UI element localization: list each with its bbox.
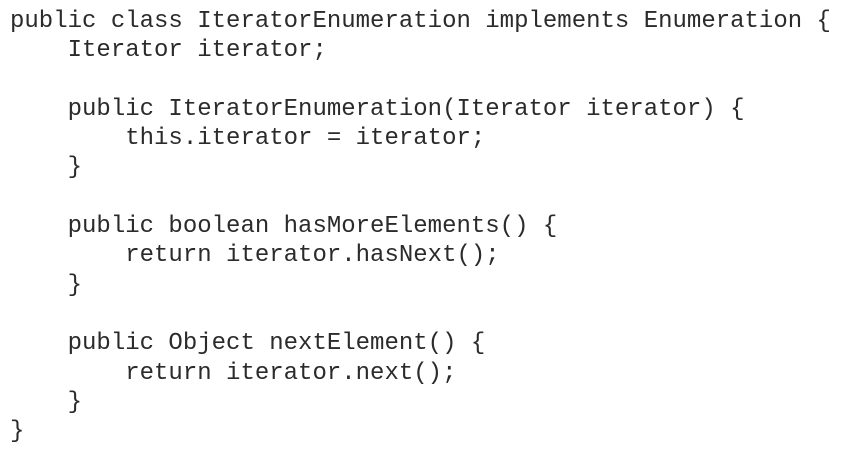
code-line: return iterator.next();: [10, 359, 457, 387]
code-line: Iterator iterator;: [10, 37, 327, 65]
code-line: }: [10, 388, 83, 416]
code-line: }: [10, 418, 25, 446]
code-line: }: [10, 271, 83, 299]
code-line: public Object nextElement() {: [10, 330, 486, 358]
code-listing: public class IteratorEnumeration impleme…: [10, 7, 831, 446]
code-line: this.iterator = iterator;: [10, 125, 486, 153]
code-line: return iterator.hasNext();: [10, 242, 500, 270]
code-line: public class IteratorEnumeration impleme…: [10, 8, 831, 35]
code-line: }: [10, 154, 83, 182]
code-line: public IteratorEnumeration(Iterator iter…: [10, 95, 745, 123]
code-line: public boolean hasMoreElements() {: [10, 213, 558, 241]
